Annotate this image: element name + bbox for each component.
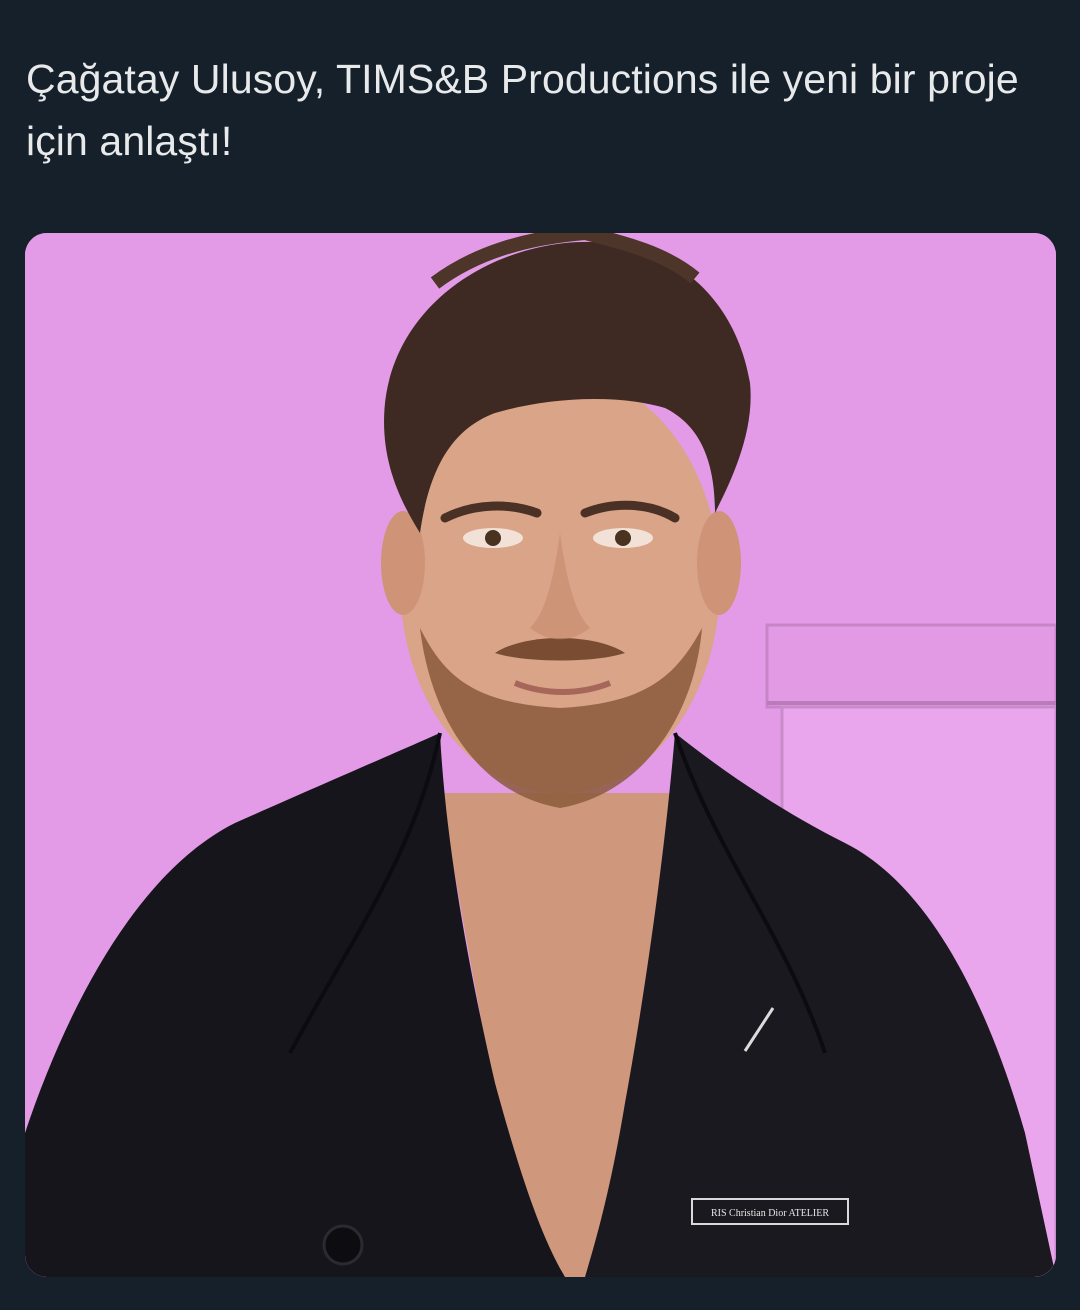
tweet-text: Çağatay Ulusoy, TIMS&B Productions ile y… xyxy=(26,56,1019,164)
portrait-illustration: RIS Christian Dior ATELIER xyxy=(25,233,1056,1277)
svg-text:RIS Christian Dior ATELIER: RIS Christian Dior ATELIER xyxy=(711,1208,829,1219)
jacket-label: RIS Christian Dior ATELIER xyxy=(691,1198,849,1225)
tweet-photo[interactable]: RIS Christian Dior ATELIER xyxy=(25,233,1056,1277)
jacket-button xyxy=(322,1224,364,1266)
